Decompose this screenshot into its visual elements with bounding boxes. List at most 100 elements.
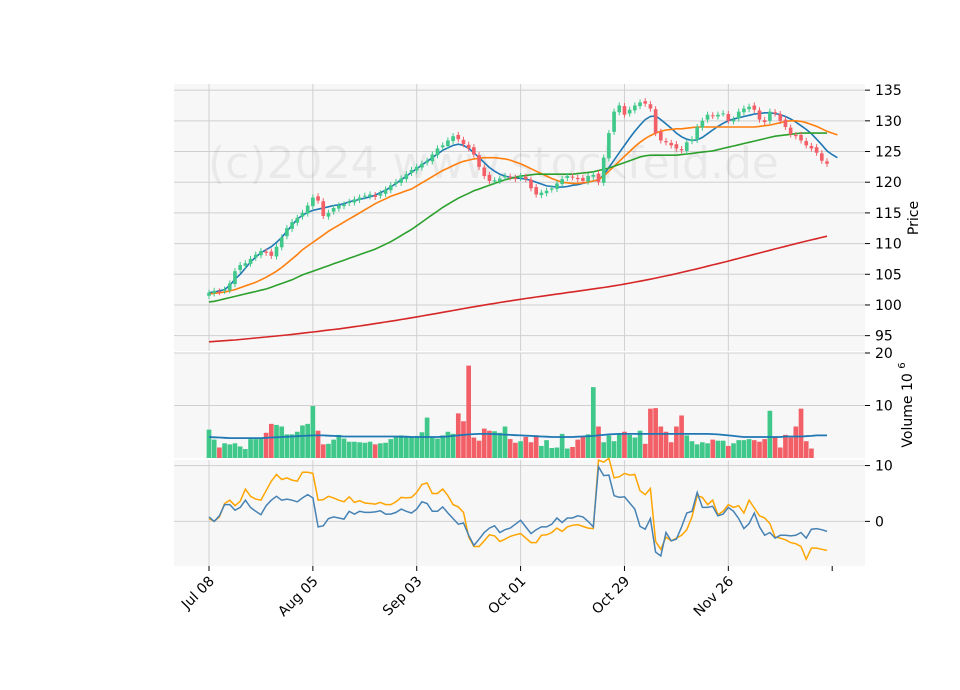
candle-body bbox=[679, 149, 684, 151]
volume-bar bbox=[284, 434, 290, 458]
candle-body bbox=[544, 190, 549, 194]
candle-body bbox=[513, 177, 518, 180]
candle-body bbox=[300, 212, 305, 217]
volume-bar bbox=[372, 444, 378, 458]
candle-body bbox=[227, 283, 232, 291]
candle-body bbox=[430, 154, 435, 162]
volume-tick-label-10: 10 bbox=[875, 399, 893, 415]
volume-axis-label-text: Volume 10 bbox=[900, 373, 916, 447]
candle-body bbox=[804, 141, 809, 146]
volume-bar bbox=[539, 445, 544, 458]
candle-body bbox=[207, 292, 211, 296]
volume-bar bbox=[757, 441, 762, 458]
volume-bar bbox=[751, 440, 757, 458]
candle-body bbox=[472, 147, 476, 155]
volume-bar bbox=[336, 434, 342, 458]
volume-bar bbox=[398, 435, 404, 458]
volume-bar bbox=[741, 440, 747, 458]
indicator-tick-label-10: 10 bbox=[875, 459, 893, 475]
volume-y-axis: 10 20 bbox=[865, 346, 893, 415]
volume-bar bbox=[606, 435, 612, 458]
candle-body bbox=[414, 166, 419, 171]
volume-bar bbox=[767, 410, 773, 458]
volume-bar bbox=[362, 442, 368, 458]
candle-body bbox=[669, 142, 674, 146]
volume-bar bbox=[611, 441, 617, 458]
price-tick-label-125: 125 bbox=[875, 145, 902, 161]
candle-body bbox=[612, 111, 616, 132]
volume-axis-exponent: 6 bbox=[897, 362, 908, 368]
volume-bar bbox=[222, 443, 227, 458]
volume-bar bbox=[746, 439, 752, 458]
candle-body bbox=[794, 134, 798, 137]
volume-bar bbox=[549, 448, 555, 458]
x-tick-label-1: Aug 05 bbox=[275, 574, 321, 620]
candle-body bbox=[570, 176, 575, 178]
candle-body bbox=[684, 142, 689, 151]
price-tick-label-95: 95 bbox=[875, 329, 893, 345]
volume-bar bbox=[279, 426, 285, 458]
volume-bar bbox=[435, 438, 440, 458]
volume-bar bbox=[243, 449, 248, 458]
indicator-y-axis: 0 10 bbox=[865, 459, 893, 530]
candle-body bbox=[773, 112, 777, 114]
candle-body bbox=[731, 119, 736, 122]
candle-body bbox=[752, 105, 757, 110]
candle-body bbox=[342, 204, 346, 207]
candle-body bbox=[778, 114, 783, 121]
x-axis: Jul 08 Aug 05 Sep 03 Oct 01 Oct 29 Nov 26 bbox=[178, 566, 833, 620]
volume-bar bbox=[642, 443, 648, 458]
candle-body bbox=[591, 174, 596, 177]
candle-body bbox=[690, 139, 694, 142]
candle-body bbox=[399, 178, 403, 183]
candle-body bbox=[259, 250, 263, 256]
volume-bar bbox=[409, 437, 414, 458]
volume-bar bbox=[492, 431, 497, 458]
candle-body bbox=[555, 183, 559, 189]
volume-bar bbox=[274, 424, 279, 458]
price-tick-label-135: 135 bbox=[875, 83, 902, 99]
candle-body bbox=[742, 108, 746, 113]
price-tick-label-105: 105 bbox=[875, 267, 902, 283]
candle-body bbox=[347, 201, 352, 204]
candle-body bbox=[581, 177, 585, 181]
volume-bar bbox=[554, 447, 560, 458]
x-tick-label-4: Oct 29 bbox=[589, 574, 633, 618]
volume-bar bbox=[616, 434, 622, 458]
candle-body bbox=[388, 185, 393, 191]
candle-body bbox=[508, 176, 513, 178]
volume-bar bbox=[518, 441, 523, 458]
volume-bar bbox=[803, 441, 809, 458]
volume-bar bbox=[622, 431, 627, 458]
volume-bar bbox=[684, 435, 690, 458]
volume-bar bbox=[762, 439, 768, 458]
volume-bar bbox=[414, 435, 420, 458]
price-tick-label-130: 130 bbox=[875, 114, 902, 130]
candle-body bbox=[487, 174, 492, 181]
volume-bar bbox=[564, 448, 570, 458]
candle-body bbox=[565, 176, 570, 178]
volume-bar bbox=[658, 426, 664, 458]
candle-body bbox=[607, 133, 611, 159]
volume-bar bbox=[668, 442, 674, 458]
candle-body bbox=[523, 176, 528, 180]
volume-bar bbox=[383, 442, 388, 458]
volume-bar bbox=[533, 435, 539, 458]
candle-body bbox=[420, 163, 424, 168]
candle-body bbox=[326, 212, 331, 217]
candle-body bbox=[710, 115, 715, 117]
candle-body bbox=[747, 106, 751, 110]
volume-bar bbox=[674, 426, 679, 458]
candle-body bbox=[664, 141, 668, 143]
candle-body bbox=[212, 290, 217, 294]
candle-body bbox=[809, 145, 814, 149]
candle-body bbox=[269, 251, 274, 256]
volume-bar bbox=[450, 433, 456, 458]
volume-bar bbox=[575, 439, 581, 458]
volume-panel: 10 20 Volume 10 6 bbox=[174, 346, 916, 458]
volume-bar bbox=[627, 434, 632, 458]
candle-body bbox=[503, 176, 507, 178]
volume-bar bbox=[544, 440, 549, 458]
candle-body bbox=[466, 144, 471, 149]
candle-body bbox=[409, 169, 414, 173]
